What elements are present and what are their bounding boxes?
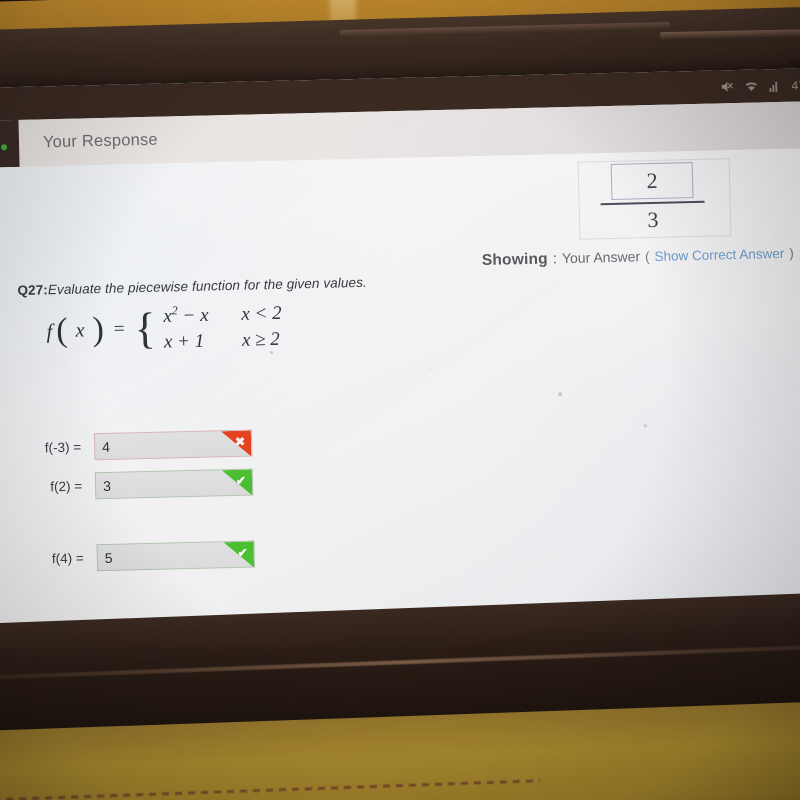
open-paren: ( xyxy=(55,312,69,350)
showing-open-paren: ( xyxy=(644,249,650,265)
correct-mark-icon: ✔ xyxy=(222,470,253,497)
x-icon: ✖ xyxy=(234,434,246,449)
dust-speck xyxy=(558,392,563,397)
showing-close-paren: ) xyxy=(789,245,794,261)
mute-icon xyxy=(721,81,733,92)
case-rest: − x xyxy=(182,304,209,327)
answer-input-f-4[interactable]: 5 ✔ xyxy=(96,540,256,572)
case-condition: x ≥ 2 xyxy=(241,329,281,352)
status-bar-right-icons: 47 xyxy=(719,77,800,94)
function-name: f xyxy=(46,318,53,343)
dust-speck xyxy=(429,367,432,370)
show-correct-answer-link[interactable]: Show Correct Answer xyxy=(654,246,784,264)
correct-mark-icon: ✔ xyxy=(223,542,254,569)
case-expression: x2 − x xyxy=(163,302,242,328)
piecewise-function-formula: f ( x ) = { x2 − x x < 2 x + 1 x ≥ 2 xyxy=(46,296,489,357)
answer-value: 3 xyxy=(102,477,112,494)
answer-row: f(4) = 5 ✔ xyxy=(0,527,800,574)
signal-icon xyxy=(769,81,777,92)
question-block: Q27:Evaluate the piecewise function for … xyxy=(17,272,489,357)
close-paren: ) xyxy=(92,311,105,349)
page-title: Your Response xyxy=(42,130,159,152)
question-prompt: Evaluate the piecewise function for the … xyxy=(47,274,367,298)
wifi-icon xyxy=(745,82,757,92)
question-page: 2 3 Showing : Your Answer ( Show Correct… xyxy=(0,148,800,633)
answer-list: f(-3) = 4 ✖ f(2) = 3 ✔ f(4) = 5 ✔ xyxy=(0,416,800,574)
case-expression: x + 1 xyxy=(163,330,205,353)
photo-of-device-screen: 47 E Your Response 2 xyxy=(0,0,800,800)
answer-row: f(-3) = 4 ✖ xyxy=(0,416,800,463)
answer-input-f-neg3[interactable]: 4 ✖ xyxy=(93,429,253,461)
check-icon: ✔ xyxy=(235,473,247,488)
fraction-widget: 2 3 xyxy=(577,158,732,240)
answer-label: f(4) = xyxy=(51,550,84,567)
app-logo[interactable]: E xyxy=(0,119,20,169)
showing-answer-bar: Showing : Your Answer ( Show Correct Ans… xyxy=(482,245,794,270)
case-exponent: 2 xyxy=(171,303,178,318)
brace-icon: { xyxy=(133,304,157,354)
answer-value: 5 xyxy=(104,549,113,566)
equals-sign: = xyxy=(113,318,125,340)
showing-value: Your Answer xyxy=(561,248,641,267)
device-screen: 47 E Your Response 2 xyxy=(0,68,800,633)
answer-input-f-2[interactable]: 3 ✔ xyxy=(94,468,254,500)
showing-colon: : xyxy=(552,250,558,268)
function-variable: x xyxy=(75,319,85,342)
piecewise-cases: x2 − x x < 2 x + 1 x ≥ 2 xyxy=(163,301,282,354)
logo-dot-icon xyxy=(1,143,8,150)
battery-percentage: 47 xyxy=(791,77,800,93)
case-row: x2 − x x < 2 xyxy=(163,301,282,328)
case-condition: x < 2 xyxy=(241,303,282,326)
question-number: Q27: xyxy=(17,282,49,298)
fraction: 2 3 xyxy=(593,162,713,237)
fraction-numerator-input[interactable]: 2 xyxy=(610,162,694,200)
answer-label: f(-3) = xyxy=(44,439,82,456)
case-row: x + 1 x ≥ 2 xyxy=(164,329,283,354)
answer-value: 4 xyxy=(101,438,111,455)
dust-speck xyxy=(269,350,274,355)
check-icon: ✔ xyxy=(237,545,248,560)
answer-label: f(2) = xyxy=(50,478,83,495)
answer-row: f(2) = 3 ✔ xyxy=(0,455,800,502)
incorrect-mark-icon: ✖ xyxy=(221,431,252,458)
question-text: Q27:Evaluate the piecewise function for … xyxy=(17,272,487,298)
fraction-denominator[interactable]: 3 xyxy=(647,205,659,235)
showing-label: Showing xyxy=(481,250,549,270)
